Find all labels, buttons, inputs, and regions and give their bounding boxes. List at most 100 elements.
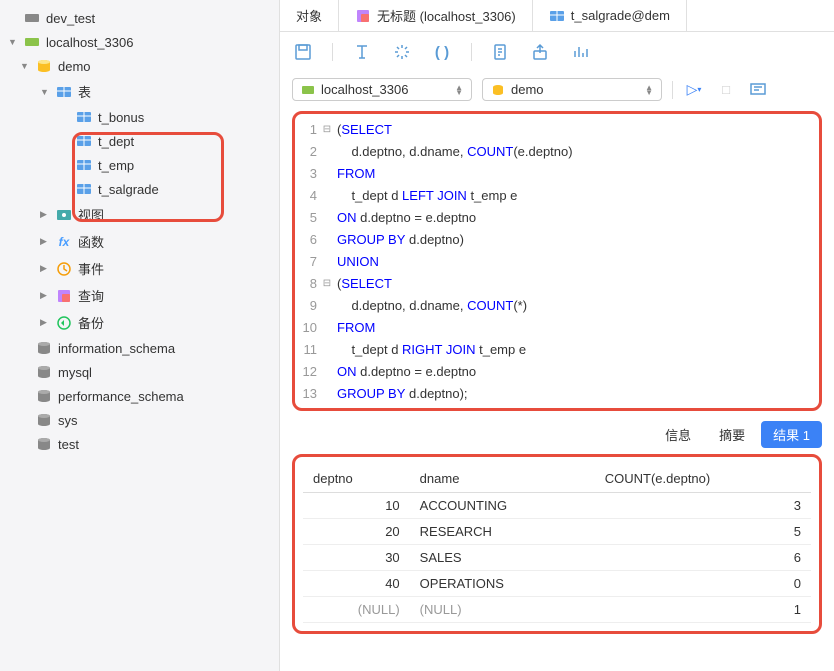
column-header[interactable]: dname xyxy=(410,465,595,493)
database-select[interactable]: demo ▲▼ xyxy=(482,78,662,101)
view-icon xyxy=(56,207,72,223)
sql-editor[interactable]: 1⊟2345678⊟910111213 (SELECT d.deptno, d.… xyxy=(292,111,822,411)
run-button[interactable]: ▷▾ xyxy=(683,79,705,101)
tree-item-t_emp[interactable]: t_emp xyxy=(0,153,279,177)
explain-button[interactable] xyxy=(747,79,769,101)
expand-arrow[interactable]: ▼ xyxy=(40,87,50,97)
cell[interactable]: SALES xyxy=(410,545,595,571)
column-header[interactable]: COUNT(e.deptno) xyxy=(595,465,811,493)
tree-item-information_schema[interactable]: information_schema xyxy=(0,336,279,360)
code-line[interactable]: GROUP BY d.deptno); xyxy=(337,382,815,404)
fold-toggle[interactable]: ⊟ xyxy=(321,124,333,135)
tree-item-[interactable]: ▼表 xyxy=(0,78,279,105)
line-number: 10 xyxy=(299,320,321,335)
code-line[interactable]: t_dept d RIGHT JOIN t_emp e xyxy=(337,338,815,360)
tree-item-[interactable]: ▶ 视图 xyxy=(0,201,279,228)
expand-arrow[interactable]: ▼ xyxy=(8,37,18,47)
chart-button[interactable] xyxy=(570,41,592,63)
tree-item-performance_schema[interactable]: performance_schema xyxy=(0,384,279,408)
tree-item-t_bonus[interactable]: t_bonus xyxy=(0,105,279,129)
expand-arrow[interactable]: ▶ xyxy=(40,290,50,301)
tree-item-demo[interactable]: ▼ demo xyxy=(0,54,279,78)
expand-arrow[interactable]: ▼ xyxy=(20,61,30,71)
code-line[interactable]: (SELECT xyxy=(337,118,815,140)
cell[interactable]: (NULL) xyxy=(303,597,410,623)
cell[interactable]: 5 xyxy=(595,519,811,545)
cell[interactable]: 30 xyxy=(303,545,410,571)
cell[interactable]: 6 xyxy=(595,545,811,571)
code-line[interactable]: d.deptno, d.dname, COUNT(e.deptno) xyxy=(337,140,815,162)
tree-item-[interactable]: ▶fx函数 xyxy=(0,228,279,255)
cell[interactable]: ACCOUNTING xyxy=(410,493,595,519)
code-line[interactable]: FROM xyxy=(337,162,815,184)
snippet-button[interactable] xyxy=(490,41,512,63)
tab[interactable]: 无标题 (localhost_3306) xyxy=(339,0,533,31)
code-line[interactable]: (SELECT xyxy=(337,272,815,294)
export-button[interactable] xyxy=(530,41,552,63)
tree-label: t_emp xyxy=(98,158,134,173)
result-tabs: 信息摘要结果 1 xyxy=(280,411,834,454)
column-header[interactable]: deptno xyxy=(303,465,410,493)
tree-item-localhost_3306[interactable]: ▼localhost_3306 xyxy=(0,30,279,54)
fold-toggle[interactable]: ⊟ xyxy=(321,278,333,289)
stop-button[interactable]: □ xyxy=(715,79,737,101)
cyl-icon xyxy=(36,412,52,428)
connection-select[interactable]: localhost_3306 ▲▼ xyxy=(292,78,472,101)
cell[interactable]: RESEARCH xyxy=(410,519,595,545)
tree-label: 视图 xyxy=(78,205,104,224)
tree-label: performance_schema xyxy=(58,389,184,404)
tree-label: demo xyxy=(58,59,91,74)
cell[interactable]: (NULL) xyxy=(410,597,595,623)
cell[interactable]: OPERATIONS xyxy=(410,571,595,597)
tree-label: 函数 xyxy=(78,232,104,251)
cyl-icon xyxy=(36,388,52,404)
tree-label: mysql xyxy=(58,365,92,380)
tree-item-t_salgrade[interactable]: t_salgrade xyxy=(0,177,279,201)
box-green-icon xyxy=(24,34,40,50)
line-number: 4 xyxy=(299,188,321,203)
table-row[interactable]: 20RESEARCH5 xyxy=(303,519,811,545)
tree-item-[interactable]: ▶查询 xyxy=(0,282,279,309)
save-button[interactable] xyxy=(292,41,314,63)
code-line[interactable]: ON d.deptno = e.deptno xyxy=(337,206,815,228)
code-line[interactable]: FROM xyxy=(337,316,815,338)
tab[interactable]: t_salgrade@dem xyxy=(533,0,687,31)
code-line[interactable]: t_dept d LEFT JOIN t_emp e xyxy=(337,184,815,206)
code-line[interactable]: ON d.deptno = e.deptno xyxy=(337,360,815,382)
expand-arrow[interactable]: ▶ xyxy=(40,317,50,328)
result-tab[interactable]: 结果 1 xyxy=(761,421,822,448)
table-row[interactable]: (NULL)(NULL)1 xyxy=(303,597,811,623)
table-row[interactable]: 40OPERATIONS0 xyxy=(303,571,811,597)
tree-label: 表 xyxy=(78,82,91,101)
table-row[interactable]: 10ACCOUNTING3 xyxy=(303,493,811,519)
tbl-icon xyxy=(76,181,92,197)
cell[interactable]: 20 xyxy=(303,519,410,545)
code-line[interactable]: GROUP BY d.deptno) xyxy=(337,228,815,250)
code-line[interactable]: UNION xyxy=(337,250,815,272)
tab[interactable]: 对象 xyxy=(280,0,339,31)
tree-item-[interactable]: ▶备份 xyxy=(0,309,279,336)
tree-item-[interactable]: ▶事件 xyxy=(0,255,279,282)
result-tab[interactable]: 信息 xyxy=(653,421,703,448)
cell[interactable]: 10 xyxy=(303,493,410,519)
expand-arrow[interactable]: ▶ xyxy=(40,263,50,274)
beautify-button[interactable] xyxy=(391,41,413,63)
tree-item-sys[interactable]: sys xyxy=(0,408,279,432)
tree-label: test xyxy=(58,437,79,452)
cell[interactable]: 0 xyxy=(595,571,811,597)
format-button[interactable] xyxy=(351,41,373,63)
tree-item-test[interactable]: test xyxy=(0,432,279,456)
expand-arrow[interactable]: ▶ xyxy=(40,236,50,247)
paren-button[interactable]: ( ) xyxy=(431,41,453,63)
cell[interactable]: 1 xyxy=(595,597,811,623)
tree-item-t_dept[interactable]: t_dept xyxy=(0,129,279,153)
tree-item-dev_test[interactable]: dev_test xyxy=(0,6,279,30)
code-line[interactable]: d.deptno, d.dname, COUNT(*) xyxy=(337,294,815,316)
expand-arrow[interactable]: ▶ xyxy=(40,209,50,220)
cell[interactable]: 3 xyxy=(595,493,811,519)
table-row[interactable]: 30SALES6 xyxy=(303,545,811,571)
tbl-icon xyxy=(76,109,92,125)
cell[interactable]: 40 xyxy=(303,571,410,597)
result-tab[interactable]: 摘要 xyxy=(707,421,757,448)
tree-item-mysql[interactable]: mysql xyxy=(0,360,279,384)
